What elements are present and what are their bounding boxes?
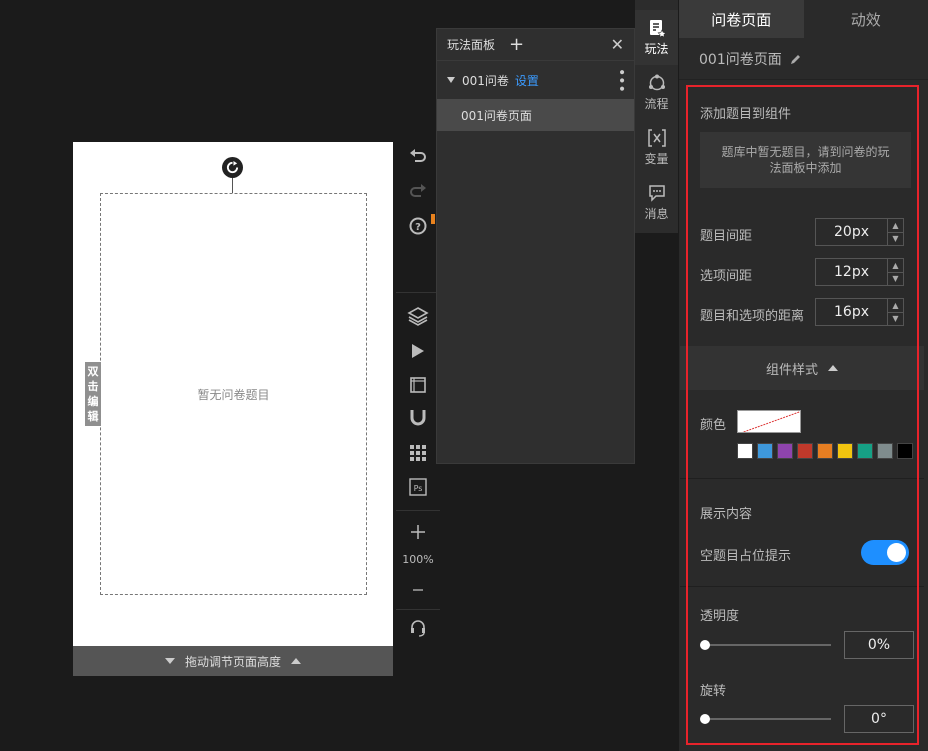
help-icon[interactable]: ? <box>406 214 430 238</box>
psd-import-icon[interactable]: Ps <box>406 475 430 499</box>
arrow-down-icon <box>164 658 175 664</box>
message-icon <box>648 184 665 202</box>
properties-tabs: 问卷页面 动效 <box>679 0 928 38</box>
tab-variable-label: 变量 <box>644 151 669 166</box>
tree-item-label: 001问卷 <box>462 73 509 88</box>
more-icon[interactable]: ••• <box>613 68 629 93</box>
add-icon[interactable]: + <box>509 34 524 55</box>
svg-text:?: ? <box>415 222 421 233</box>
play-panel: 玩法面板 + ✕ 001问卷 设置 ••• 001问卷页面 <box>436 28 635 464</box>
side-tabs: 玩法 流程 变量 消息 <box>635 0 678 233</box>
zoom-out-icon[interactable] <box>406 578 430 602</box>
svg-text:Ps: Ps <box>414 484 423 493</box>
close-icon[interactable]: ✕ <box>611 35 624 54</box>
panel-collapse-marker[interactable] <box>431 214 435 224</box>
play-panel-header: 玩法面板 + ✕ <box>437 29 634 61</box>
caret-down-icon[interactable] <box>447 77 455 83</box>
highlight-frame <box>686 85 919 745</box>
magnet-icon[interactable] <box>406 406 430 430</box>
page-name: 001问卷页面 <box>699 51 782 68</box>
edit-pencil-icon[interactable] <box>790 53 802 65</box>
tab-play[interactable]: 玩法 <box>635 10 678 65</box>
zoom-in-icon[interactable] <box>406 520 430 544</box>
zoom-level: 100% <box>402 553 434 566</box>
tab-message-label: 消息 <box>644 206 669 221</box>
grid-icon[interactable] <box>406 441 430 465</box>
variable-icon <box>647 128 666 147</box>
settings-link[interactable]: 设置 <box>515 72 539 89</box>
preview-play-icon[interactable] <box>406 339 430 363</box>
tree-child-item[interactable]: 001问卷页面 <box>437 99 634 131</box>
undo-icon[interactable] <box>406 144 430 168</box>
tab-animation[interactable]: 动效 <box>804 0 928 38</box>
flow-icon <box>648 74 665 90</box>
tree-item-questionnaire[interactable]: 001问卷 设置 ••• <box>437 61 634 99</box>
arrow-up-icon <box>291 658 301 664</box>
tab-play-label: 玩法 <box>644 41 669 56</box>
customer-service-icon[interactable] <box>406 616 430 640</box>
play-panel-title: 玩法面板 <box>447 38 496 52</box>
page-height-resize-bar[interactable]: 拖动调节页面高度 <box>73 646 393 676</box>
empty-questions-text: 暂无问卷题目 <box>197 387 270 402</box>
layers-icon[interactable] <box>406 304 430 328</box>
resize-label: 拖动调节页面高度 <box>184 654 281 669</box>
rotate-handle-line <box>232 178 233 193</box>
double-click-edit-label[interactable]: 双击编辑 <box>85 362 101 426</box>
play-doc-icon <box>649 19 666 37</box>
film-icon[interactable] <box>406 373 430 397</box>
rotate-icon[interactable] <box>222 157 243 178</box>
tab-flow[interactable]: 流程 <box>635 65 678 120</box>
tree-child-label: 001问卷页面 <box>461 108 532 123</box>
tab-message[interactable]: 消息 <box>635 175 678 230</box>
tab-variable[interactable]: 变量 <box>635 120 678 175</box>
tab-questionnaire-page[interactable]: 问卷页面 <box>679 0 804 38</box>
tab-flow-label: 流程 <box>644 96 669 111</box>
page-name-row: 001问卷页面 <box>679 38 928 80</box>
questionnaire-component[interactable]: 暂无问卷题目 <box>100 193 367 595</box>
redo-icon[interactable] <box>406 179 430 203</box>
